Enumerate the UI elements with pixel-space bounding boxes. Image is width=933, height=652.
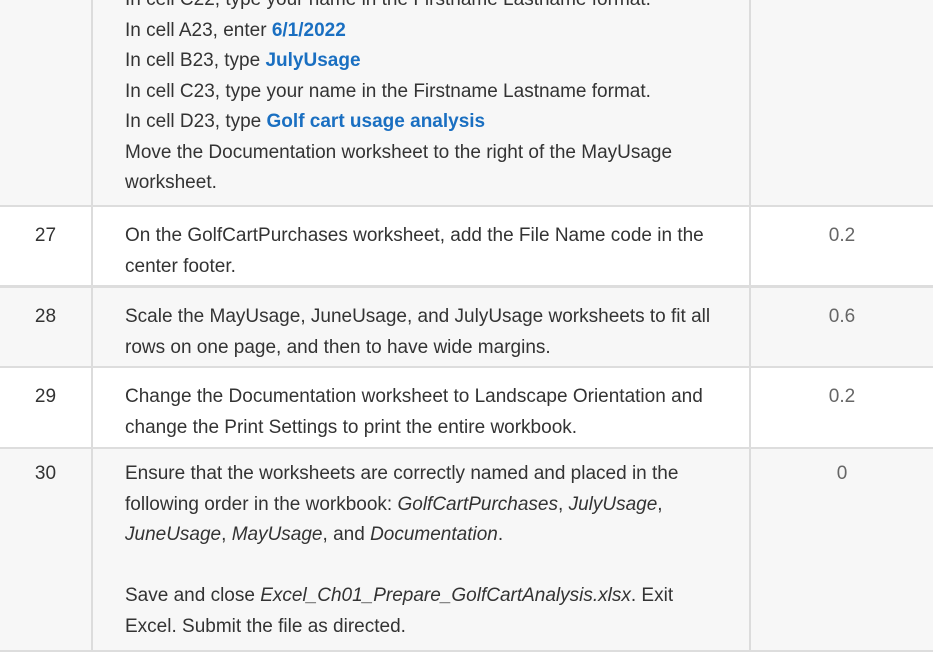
points-value: 0.2 — [828, 225, 856, 246]
step-number: 28 — [34, 306, 57, 327]
task-cell: In cell C22, type your name in the First… — [93, 0, 751, 205]
step-number-cell: 30 — [0, 449, 93, 652]
points-cell: 0.6 — [751, 288, 933, 366]
task-text: Change the Documentation worksheet to La… — [125, 386, 703, 438]
worksheet-name: MayUsage — [231, 524, 323, 545]
task-line: In cell C22, type your name in the First… — [125, 0, 725, 16]
points-cell — [751, 0, 933, 205]
task-text: In cell C22, type your name in the First… — [125, 0, 725, 199]
typed-value: JulyUsage — [265, 50, 361, 71]
typed-value: 6/1/2022 — [271, 19, 346, 41]
task-cell: Ensure that the worksheets are correctly… — [93, 449, 751, 652]
worksheet-name: GolfCartPurchases — [397, 493, 558, 515]
file-name: Excel_Ch01_Prepare_GolfCartAnalysis.xlsx — [260, 585, 631, 606]
table-row: 28 Scale the MayUsage, JuneUsage, and Ju… — [0, 288, 933, 366]
points-value: 0.6 — [828, 306, 856, 327]
typed-value: Golf cart usage analysis — [266, 111, 486, 132]
step-number: 30 — [34, 463, 57, 484]
task-line: In cell A23, enter 6/1/2022 — [125, 19, 346, 41]
task-paragraph: Save and close Excel_Ch01_Prepare_GolfCa… — [125, 585, 674, 637]
task-text: Scale the MayUsage, JuneUsage, and JulyU… — [125, 306, 711, 358]
table-row: 27 On the GolfCartPurchases worksheet, a… — [0, 207, 933, 285]
worksheet-name: JuneUsage — [125, 524, 222, 545]
task-line: In cell C23, type your name in the First… — [125, 80, 651, 102]
step-number: 27 — [34, 225, 57, 246]
task-cell: On the GolfCartPurchases worksheet, add … — [93, 207, 751, 285]
points-cell: 0.2 — [751, 207, 933, 285]
points-value: 0 — [836, 463, 848, 484]
step-number-cell: 29 — [0, 368, 93, 447]
step-number-cell: 27 — [0, 207, 93, 285]
points-cell: 0 — [751, 449, 933, 652]
task-paragraph: Ensure that the worksheets are correctly… — [125, 463, 679, 545]
table-row: 30 Ensure that the worksheets are correc… — [0, 449, 933, 652]
instructions-table: In cell C22, type your name in the First… — [0, 0, 933, 652]
table-row: In cell C22, type your name in the First… — [0, 0, 933, 205]
worksheet-name: JulyUsage — [568, 493, 658, 515]
task-text: Ensure that the worksheets are correctly… — [125, 459, 725, 642]
table-row: 29 Change the Documentation worksheet to… — [0, 368, 933, 447]
step-number-cell — [0, 0, 93, 205]
step-number: 29 — [34, 386, 57, 407]
task-line: Move the Documentation worksheet to the … — [125, 141, 673, 194]
task-cell: Scale the MayUsage, JuneUsage, and JulyU… — [93, 288, 751, 366]
points-cell: 0.2 — [751, 368, 933, 447]
worksheet-name: Documentation — [370, 524, 498, 545]
task-text: On the GolfCartPurchases worksheet, add … — [125, 225, 704, 277]
task-line: In cell D23, type Golf cart usage analys… — [125, 111, 486, 132]
step-number-cell: 28 — [0, 288, 93, 366]
task-line: In cell B23, type JulyUsage — [125, 50, 361, 71]
points-value: 0.2 — [828, 386, 856, 407]
task-cell: Change the Documentation worksheet to La… — [93, 368, 751, 447]
